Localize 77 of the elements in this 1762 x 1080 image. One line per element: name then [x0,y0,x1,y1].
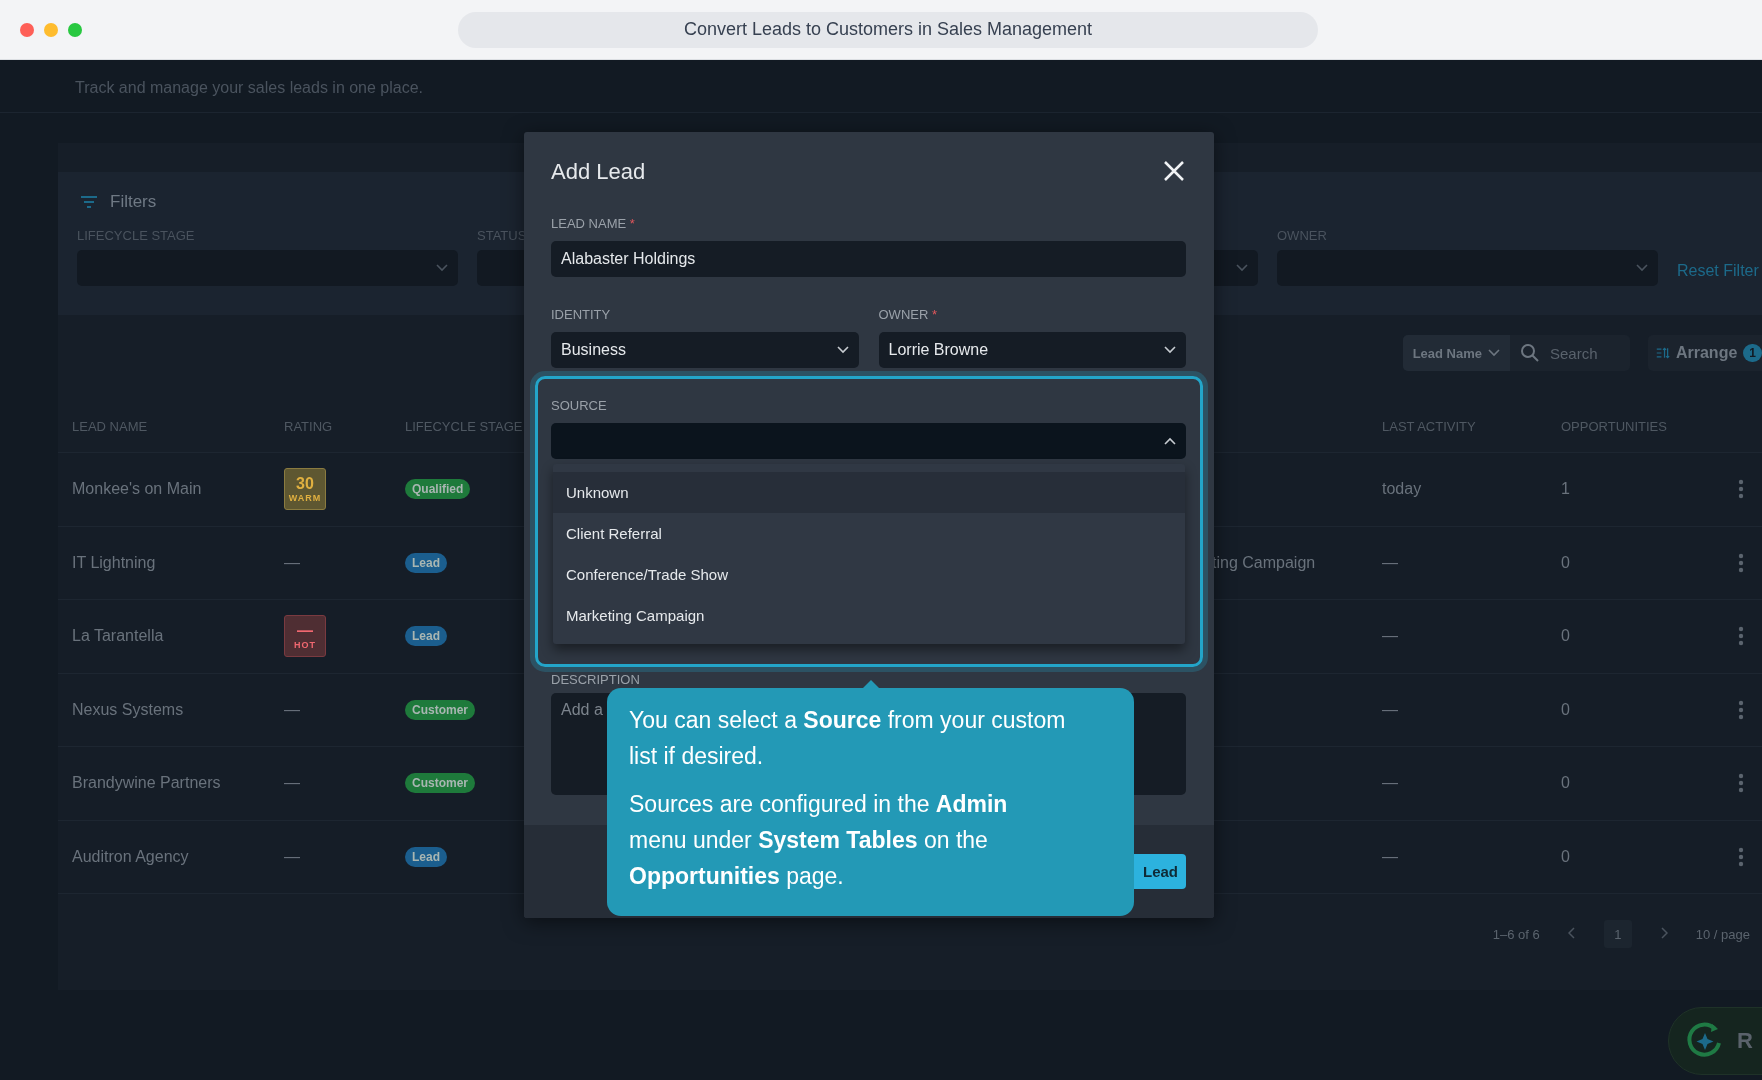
opportunities-cell-text: 0 [1561,627,1571,646]
opportunities-cell-text: 1 [1561,480,1571,499]
last-activity-cell-text: — [1382,627,1399,646]
pagination-range: 1–6 of 6 [1492,926,1540,942]
close-icon [1163,160,1185,182]
last-activity-cell-text: — [1382,553,1399,572]
column-header: LIFECYCLE STAGE [405,419,524,434]
search-field[interactable]: Search [1548,343,1628,363]
search-icon [1520,343,1540,363]
identity-select[interactable]: Business [551,332,859,368]
lead-name-cell-text: Auditron Agency [72,847,190,866]
chevron-down-icon [1236,264,1248,272]
tooltip-text: You can select a Source from your custom list if desired. [629,706,1067,771]
lead-name-cell-text: Brandywine Partners [72,774,222,793]
rating-cell-text: — [284,774,301,793]
close-window-dot[interactable] [20,22,34,37]
filters-title: Filters [110,192,157,212]
column-header: OPPORTUNITIES [1561,419,1668,434]
rating-cell-text: — [284,700,301,719]
opportunities-cell-text: 0 [1561,774,1571,793]
more-options-icon[interactable] [1738,552,1744,573]
chevron-down-icon [836,346,849,354]
more-options-icon[interactable] [1738,626,1744,647]
last-activity-cell-text: — [1382,774,1399,793]
lead-name-cell-text: IT Lightning [72,553,157,572]
lifecycle-badge: Customer [405,699,475,720]
field-label: SOURCE [551,398,607,413]
chevron-left-icon [1567,926,1576,939]
more-options-icon[interactable] [1738,699,1744,720]
rating-badge: — HOT [284,615,326,658]
dropdown-option[interactable]: Unknown [553,472,1185,513]
maximize-window-dot[interactable] [68,22,82,37]
sort-icon [1656,345,1670,361]
opportunities-cell-text: 0 [1561,553,1571,572]
field-label: LEAD NAME * [551,216,635,231]
rating-cell-text: — [284,847,301,866]
lead-name-cell-text: Monkee's on Main [72,480,203,499]
last-activity-cell-text: — [1382,847,1399,866]
field-label: IDENTITY [551,307,611,322]
dialog-title: Add Lead [551,159,646,185]
arrange-count-badge: 1 [1743,344,1762,362]
lifecycle-badge: Customer [405,773,475,794]
owner-select[interactable]: Lorrie Browne [878,332,1186,368]
lifecycle-badge: Lead [405,626,447,647]
dropdown-option[interactable]: Client Referral [553,513,1185,554]
column-header: LEAD NAME [72,419,149,434]
filter-icon [80,195,98,209]
lead-name-cell-text: La Tarantella [72,627,165,646]
lead-name-cell-text: Nexus Systems [72,700,185,719]
minimize-window-dot[interactable] [44,22,58,37]
rating-cell-text: — [284,553,301,572]
more-options-icon[interactable] [1738,479,1744,500]
more-options-icon[interactable] [1738,846,1744,867]
lifecycle-badge: Lead [405,846,447,867]
tooltip-text: Sources are configured in the Admin menu under System Tables on the Opportunities page. [629,790,1009,891]
field-label: DESCRIPTION [551,672,640,687]
chevron-down-icon [1636,264,1648,272]
last-activity-cell-text: today [1382,480,1423,499]
more-options-icon[interactable] [1738,773,1744,794]
dropdown-option[interactable]: Conference/Trade Show [553,554,1185,595]
column-header: RATING [284,419,334,434]
chevron-down-icon [1164,346,1176,354]
lifecycle-badge: Lead [405,552,447,573]
column-header: LAST ACTIVITY [1382,419,1477,434]
chevron-up-icon [1164,437,1176,445]
dropdown-option[interactable]: Marketing Campaign [553,595,1185,636]
field-label: OWNER * [878,307,938,322]
opportunities-cell-text: 0 [1561,847,1571,866]
lead-name-field[interactable]: Alabaster Holdings [551,241,1186,277]
lifecycle-badge: Qualified [405,479,471,500]
window-title: Convert Leads to Customers in Sales Management [458,11,1318,48]
opportunities-cell-text: 0 [1561,700,1571,719]
chevron-down-icon [1488,349,1500,357]
chevron-down-icon [436,264,448,272]
rating-badge: 30 WARM [284,468,326,511]
last-activity-cell-text: — [1382,700,1399,719]
chevron-right-icon [1659,926,1668,939]
